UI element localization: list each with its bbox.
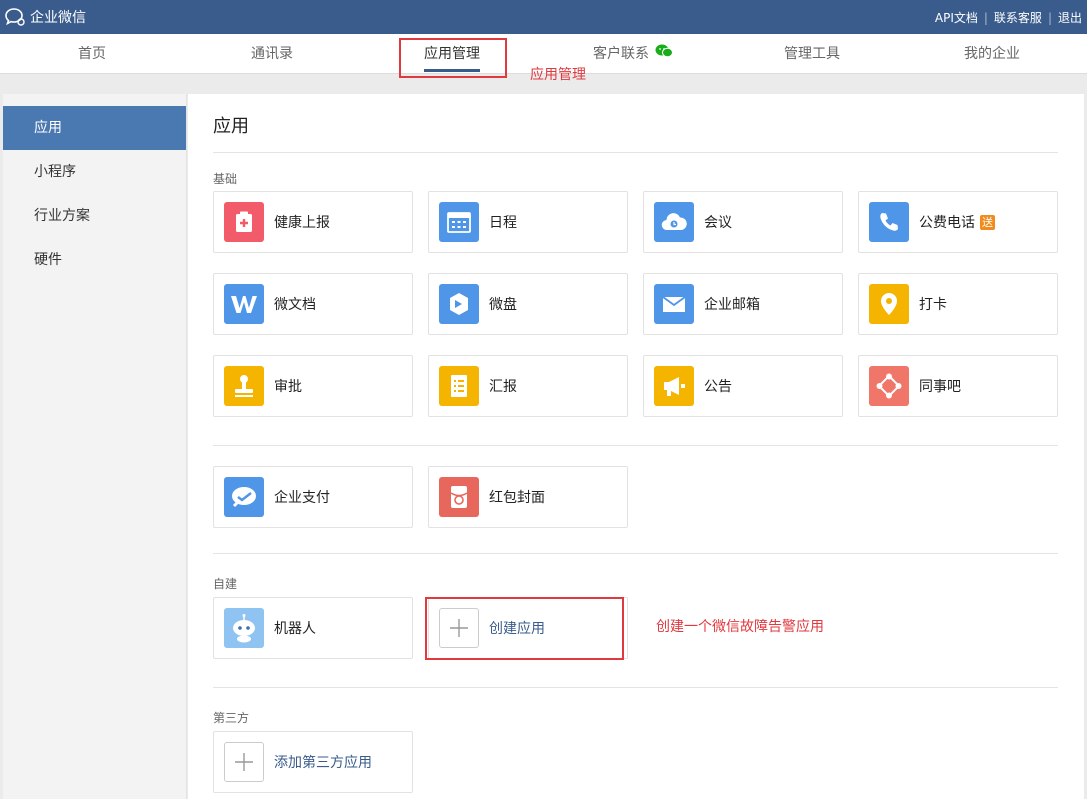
calendar-icon — [439, 202, 479, 242]
sidebar-item-mini-programs[interactable]: 小程序 — [3, 150, 186, 194]
nav-label: 管理工具 — [784, 46, 840, 62]
plus-icon — [224, 742, 264, 782]
main-panel: 应用 基础 健康上报 日程 会议 公费电话送 微文档 微盘 企业邮箱 打卡 审批 — [188, 94, 1084, 799]
app-card-meeting[interactable]: 会议 — [643, 191, 843, 253]
health-report-icon — [224, 202, 264, 242]
app-label: 红包封面 — [489, 490, 545, 506]
nav-label: 通讯录 — [251, 46, 293, 62]
logout-link[interactable]: 退出 — [1058, 9, 1082, 26]
top-links: API文档 | 联系客服 | 退出 — [935, 9, 1082, 26]
app-label: 打卡 — [919, 297, 947, 313]
nav-customer-contact[interactable]: 客户联系 — [578, 34, 688, 74]
app-label: 同事吧 — [919, 379, 961, 395]
app-label: 公费电话送 — [919, 212, 995, 232]
active-underline — [424, 69, 480, 72]
api-docs-link[interactable]: API文档 — [935, 9, 978, 26]
app-label: 创建应用 — [489, 621, 545, 637]
app-card-colleague-forum[interactable]: 同事吧 — [858, 355, 1058, 417]
annotation-text-create-app: 创建一个微信故障告警应用 — [656, 619, 824, 635]
pay-icon — [224, 477, 264, 517]
app-label: 会议 — [704, 215, 732, 231]
app-label: 审批 — [274, 379, 302, 395]
brand[interactable]: 企业微信 — [4, 7, 86, 27]
nav-label: 我的企业 — [964, 46, 1020, 62]
phone-icon — [869, 202, 909, 242]
sidebar-item-apps[interactable]: 应用 — [3, 106, 186, 150]
app-label: 机器人 — [274, 621, 316, 637]
contact-support-link[interactable]: 联系客服 — [994, 9, 1042, 26]
doc-w-icon — [224, 284, 264, 324]
location-pin-icon — [869, 284, 909, 324]
app-card-public-phone[interactable]: 公费电话送 — [858, 191, 1058, 253]
app-label: 企业邮箱 — [704, 297, 760, 313]
app-card-robot[interactable]: 机器人 — [213, 597, 413, 659]
app-label: 微盘 — [489, 297, 517, 313]
app-card-drive[interactable]: 微盘 — [428, 273, 628, 335]
sidebar-item-industry-solutions[interactable]: 行业方案 — [3, 194, 186, 238]
divider — [213, 445, 1058, 446]
colleague-icon — [869, 366, 909, 406]
gift-badge: 送 — [980, 215, 995, 230]
sidebar-item-hardware[interactable]: 硬件 — [3, 238, 186, 282]
red-packet-icon — [439, 477, 479, 517]
app-label: 微文档 — [274, 297, 316, 313]
nav-app-management[interactable]: 应用管理 — [402, 34, 502, 74]
wechat-icon — [655, 34, 673, 74]
section-label-custom: 自建 — [213, 577, 238, 591]
divider — [213, 553, 1058, 554]
divider — [213, 152, 1058, 153]
app-card-red-packet-cover[interactable]: 红包封面 — [428, 466, 628, 528]
nav-label: 首页 — [78, 46, 106, 62]
add-third-party-app-button[interactable]: 添加第三方应用 — [213, 731, 413, 793]
app-card-approval[interactable]: 审批 — [213, 355, 413, 417]
robot-icon — [224, 608, 264, 648]
app-label: 公告 — [704, 379, 732, 395]
app-label-text: 公费电话 — [919, 215, 975, 231]
mail-icon — [654, 284, 694, 324]
app-card-mail[interactable]: 企业邮箱 — [643, 273, 843, 335]
app-card-report[interactable]: 汇报 — [428, 355, 628, 417]
section-label-basic: 基础 — [213, 172, 238, 186]
plus-icon — [439, 608, 479, 648]
drive-icon — [439, 284, 479, 324]
top-bar: 企业微信 API文档 | 联系客服 | 退出 — [0, 0, 1087, 34]
nav-management-tools[interactable]: 管理工具 — [772, 34, 852, 74]
brand-name: 企业微信 — [30, 10, 86, 26]
app-label: 汇报 — [489, 379, 517, 395]
nav-label: 应用管理 — [424, 46, 480, 62]
app-card-doc[interactable]: 微文档 — [213, 273, 413, 335]
annotation-text-nav: 应用管理 — [530, 67, 586, 83]
nav-my-company[interactable]: 我的企业 — [952, 34, 1032, 74]
report-doc-icon — [439, 366, 479, 406]
meeting-cloud-icon — [654, 202, 694, 242]
app-label: 日程 — [489, 215, 517, 231]
app-label: 健康上报 — [274, 215, 330, 231]
app-card-health-report[interactable]: 健康上报 — [213, 191, 413, 253]
nav-contacts[interactable]: 通讯录 — [232, 34, 312, 74]
stamp-icon — [224, 366, 264, 406]
app-card-calendar[interactable]: 日程 — [428, 191, 628, 253]
nav-home[interactable]: 首页 — [52, 34, 132, 74]
create-app-button[interactable]: 创建应用 — [428, 597, 628, 659]
divider: | — [1047, 10, 1052, 25]
nav-label: 客户联系 — [593, 46, 649, 62]
app-card-announcement[interactable]: 公告 — [643, 355, 843, 417]
section-label-third-party: 第三方 — [213, 711, 250, 725]
divider: | — [983, 10, 988, 25]
wework-logo-icon — [4, 7, 26, 27]
divider — [213, 687, 1058, 688]
sidebar: 应用 小程序 行业方案 硬件 — [3, 94, 187, 799]
megaphone-icon — [654, 366, 694, 406]
app-label: 添加第三方应用 — [274, 755, 372, 771]
app-card-check-in[interactable]: 打卡 — [858, 273, 1058, 335]
page-title: 应用 — [213, 116, 249, 137]
app-card-enterprise-pay[interactable]: 企业支付 — [213, 466, 413, 528]
app-label: 企业支付 — [274, 490, 330, 506]
